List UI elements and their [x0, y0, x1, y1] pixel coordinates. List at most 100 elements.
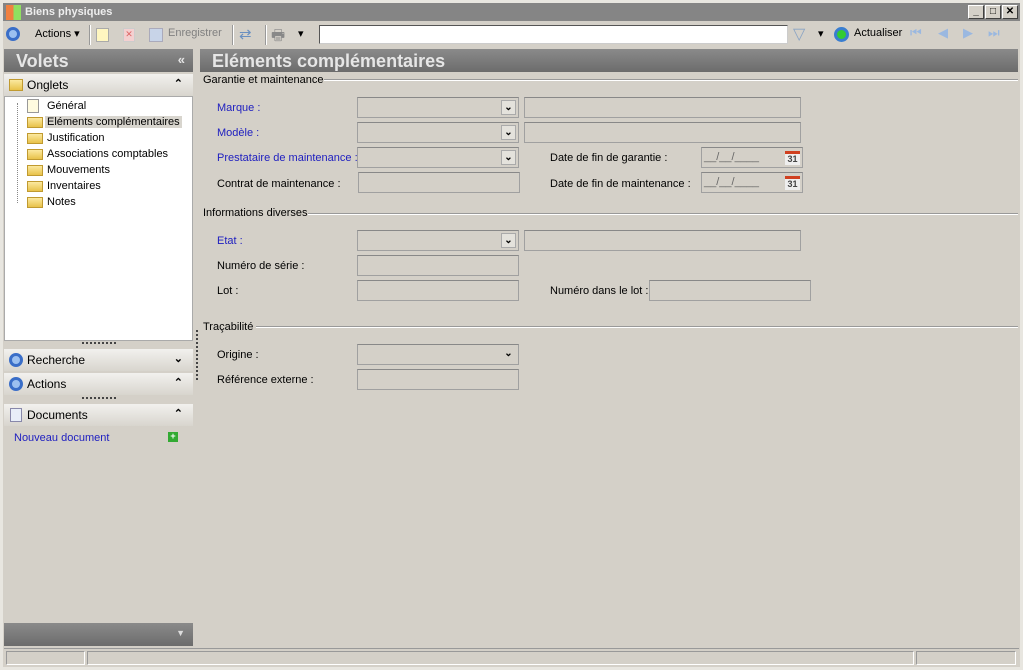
collapse-panel-button[interactable]: « [178, 52, 185, 67]
divider [256, 326, 1018, 328]
date-mask: __/__/____ [704, 176, 760, 188]
splitter-handle[interactable] [82, 342, 116, 344]
fin-garantie-label: Date de fin de garantie : [550, 152, 668, 164]
print-dropdown-icon[interactable]: ▾ [298, 27, 304, 40]
recherche-panel-header[interactable]: Recherche ⌄ [4, 349, 193, 371]
app-logo-icon [6, 5, 21, 20]
actions-label: Actions [35, 28, 72, 40]
folder-icon [27, 133, 43, 144]
folder-icon [27, 197, 43, 208]
contrat-field[interactable] [358, 172, 520, 193]
marque-label: Marque : [217, 102, 261, 114]
minimize-button[interactable]: _ [968, 5, 984, 19]
refresh-icon[interactable] [834, 27, 849, 42]
tree-line [17, 103, 18, 203]
panel-menu-icon[interactable]: ▼ [176, 628, 185, 638]
save-button[interactable]: Enregistrer [168, 27, 222, 39]
prestataire-combo[interactable]: ⌄ [357, 147, 519, 168]
add-document-icon[interactable]: + [168, 432, 178, 442]
serie-label: Numéro de série : [217, 260, 305, 272]
chevron-down-icon[interactable]: ⌄ [174, 352, 183, 365]
onglets-title: Onglets [27, 78, 69, 92]
first-record-icon[interactable]: ⏮ [910, 25, 922, 41]
chevron-down-icon[interactable]: ⌄ [501, 347, 516, 362]
etat-description-field[interactable] [524, 230, 801, 251]
filter-dropdown-icon[interactable]: ▾ [818, 27, 824, 40]
main-header: Eléments complémentaires [200, 49, 1018, 72]
calendar-icon[interactable]: 31 [785, 176, 800, 190]
vertical-splitter[interactable] [196, 330, 198, 380]
separator [265, 25, 267, 45]
actions-menu-icon[interactable] [6, 27, 20, 41]
save-icon[interactable] [149, 28, 163, 42]
section-garantie: Garantie et maintenance [203, 74, 324, 86]
num-lot-label: Numéro dans le lot : [550, 285, 649, 297]
etat-combo[interactable]: ⌄ [357, 230, 519, 251]
tree-item-justification[interactable]: Justification [47, 132, 104, 144]
maximize-button[interactable]: □ [985, 5, 1001, 19]
num-lot-field[interactable] [649, 280, 811, 301]
document-gear-icon [27, 99, 39, 113]
chevron-double-down-icon[interactable]: ⌄ [501, 150, 516, 165]
last-record-icon[interactable]: ⏭ [988, 25, 1000, 41]
modele-combo[interactable]: ⌄ [357, 122, 519, 143]
ref-externe-label: Référence externe : [217, 374, 314, 386]
status-pane [916, 651, 1016, 665]
folder-icon [9, 79, 23, 91]
chevron-double-down-icon[interactable]: ⌄ [501, 233, 516, 248]
lot-label: Lot : [217, 285, 239, 297]
contrat-label: Contrat de maintenance : [217, 178, 341, 190]
separator [89, 25, 91, 45]
close-button[interactable]: ✕ [1002, 5, 1018, 19]
marque-description-field[interactable] [524, 97, 801, 118]
origine-combo[interactable]: ⌄ [357, 344, 519, 365]
tree-item-associations-comptables[interactable]: Associations comptables [47, 148, 168, 160]
tree-item-general[interactable]: Général [47, 100, 86, 112]
prestataire-label: Prestataire de maintenance : [217, 152, 358, 164]
status-pane [6, 651, 85, 665]
chevron-up-icon[interactable]: ⌃ [174, 376, 183, 389]
chevron-up-icon[interactable]: ⌃ [174, 407, 183, 420]
onglets-panel-header[interactable]: Onglets ⌃ [4, 74, 193, 96]
print-icon[interactable]: 🖶 [271, 25, 285, 50]
delete-icon[interactable]: ✕ [123, 28, 135, 42]
open-folder-icon [27, 117, 43, 128]
chevron-double-down-icon[interactable]: ⌄ [501, 125, 516, 140]
tree-item-notes[interactable]: Notes [47, 196, 76, 208]
marque-combo[interactable]: ⌄ [357, 97, 519, 118]
filter-icon[interactable]: ▽ [793, 24, 805, 44]
actions-panel-header[interactable]: Actions ⌃ [4, 373, 193, 395]
previous-record-icon[interactable]: ◀ [938, 25, 948, 41]
status-bar [4, 648, 1019, 666]
fin-maintenance-date-field[interactable]: __/__/____ 31 [701, 172, 803, 193]
new-icon[interactable] [96, 28, 109, 42]
chevron-double-down-icon[interactable]: ⌄ [501, 100, 516, 115]
calendar-icon[interactable]: 31 [785, 151, 800, 165]
new-document-link[interactable]: Nouveau document [14, 432, 109, 444]
sync-icon[interactable]: ⇄ [239, 25, 252, 43]
divider [308, 213, 1018, 215]
tree-item-inventaires[interactable]: Inventaires [47, 180, 101, 192]
tree-item-elements-complementaires[interactable]: Eléments complémentaires [45, 116, 182, 128]
volets-header: Volets « [4, 49, 193, 72]
fin-garantie-date-field[interactable]: __/__/____ 31 [701, 147, 803, 168]
serie-field[interactable] [357, 255, 519, 276]
documents-panel-header[interactable]: Documents ⌃ [4, 404, 193, 426]
tree-item-mouvements[interactable]: Mouvements [47, 164, 110, 176]
refresh-button[interactable]: Actualiser [854, 27, 902, 39]
splitter-handle[interactable] [82, 397, 116, 399]
modele-description-field[interactable] [524, 122, 801, 143]
window-title: Biens physiques [25, 6, 113, 18]
chevron-up-icon[interactable]: ⌃ [174, 77, 183, 90]
divider [324, 79, 1018, 81]
actions-menu-button[interactable]: Actions ▾ [35, 27, 80, 40]
ref-externe-field[interactable] [357, 369, 519, 390]
lot-field[interactable] [357, 280, 519, 301]
page-title: Eléments complémentaires [212, 51, 446, 71]
search-input[interactable] [319, 25, 788, 44]
date-mask: __/__/____ [704, 151, 760, 163]
next-record-icon[interactable]: ▶ [963, 25, 973, 41]
section-infos: Informations diverses [203, 207, 308, 219]
folder-icon [27, 149, 43, 160]
recherche-icon [9, 353, 23, 367]
